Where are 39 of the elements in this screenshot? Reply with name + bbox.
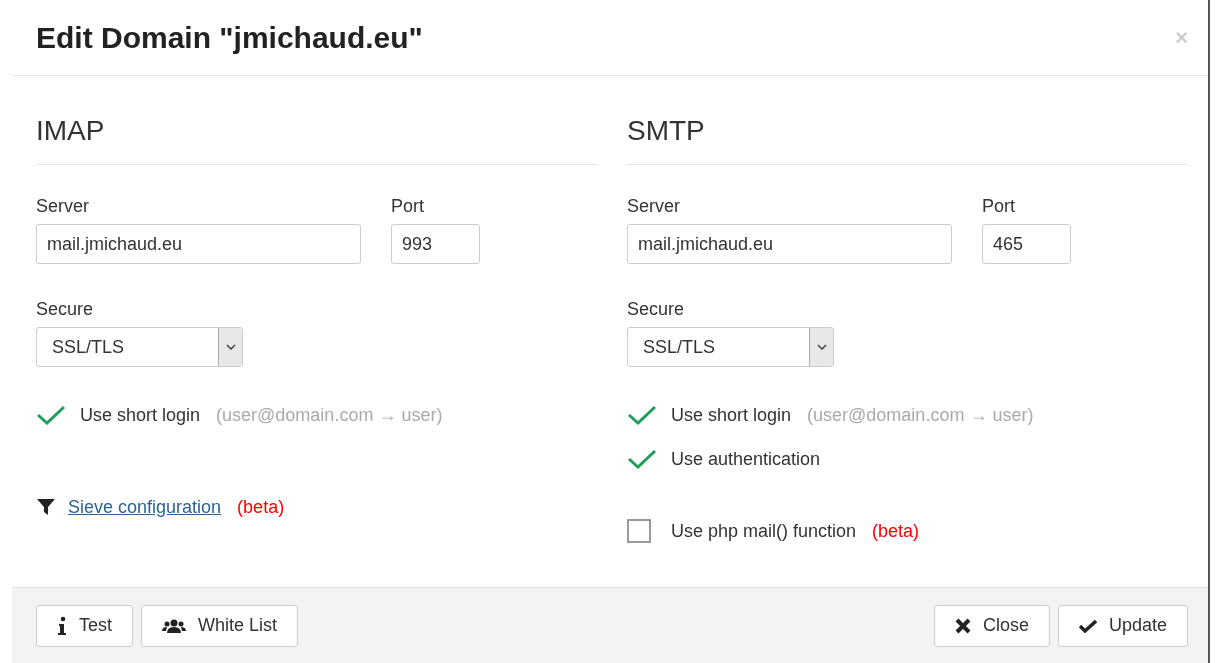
secure-select[interactable]: SSL/TLS (36, 327, 243, 367)
option-label: Use php mail() function (671, 519, 857, 543)
field-label: Secure (627, 298, 686, 321)
beta-label: (beta) (237, 495, 285, 519)
field-label: Port (391, 195, 425, 218)
checkmark-icon (1078, 618, 1097, 633)
port-input[interactable]: 993 (391, 224, 480, 264)
option-hint: (user@domain.com → user) (807, 403, 1034, 427)
option-label: Use authentication (671, 447, 821, 471)
field-label: Server (36, 195, 90, 218)
section-heading: SMTP (627, 110, 1188, 165)
footer-button[interactable]: Test (36, 604, 133, 647)
info-icon (57, 615, 67, 636)
option-hint: (user@domain.com → user) (216, 403, 443, 427)
footer-button[interactable]: White List (141, 604, 299, 647)
footer-button[interactable]: Update (1057, 604, 1188, 647)
option-label: Use short login (80, 403, 201, 427)
server-input[interactable]: mail.jmichaud.eu (627, 224, 952, 264)
checkmark-icon[interactable] (627, 405, 659, 425)
checkmark-icon[interactable] (36, 405, 68, 425)
users-icon (162, 618, 186, 633)
caret-icon (809, 328, 833, 366)
option-label: Use short login (671, 403, 792, 427)
dialog-title: Edit Domain "jmichaud.eu" (36, 20, 423, 56)
sieve-link[interactable]: Sieve configuration (68, 493, 222, 521)
close-icon (954, 617, 971, 634)
section-heading: IMAP (36, 110, 597, 165)
secure-select[interactable]: SSL/TLS (627, 327, 834, 367)
checkbox[interactable] (627, 519, 651, 543)
field-label: Port (982, 195, 1016, 218)
field-label: Secure (36, 298, 95, 321)
field-label: Server (627, 195, 681, 218)
checkmark-icon[interactable] (627, 449, 659, 469)
filter-icon (36, 498, 56, 516)
caret-icon (218, 328, 242, 366)
server-input[interactable]: mail.jmichaud.eu (36, 224, 361, 264)
beta-label: (beta) (872, 519, 920, 543)
footer-button[interactable]: Close (933, 604, 1050, 647)
port-input[interactable]: 465 (982, 224, 1071, 264)
